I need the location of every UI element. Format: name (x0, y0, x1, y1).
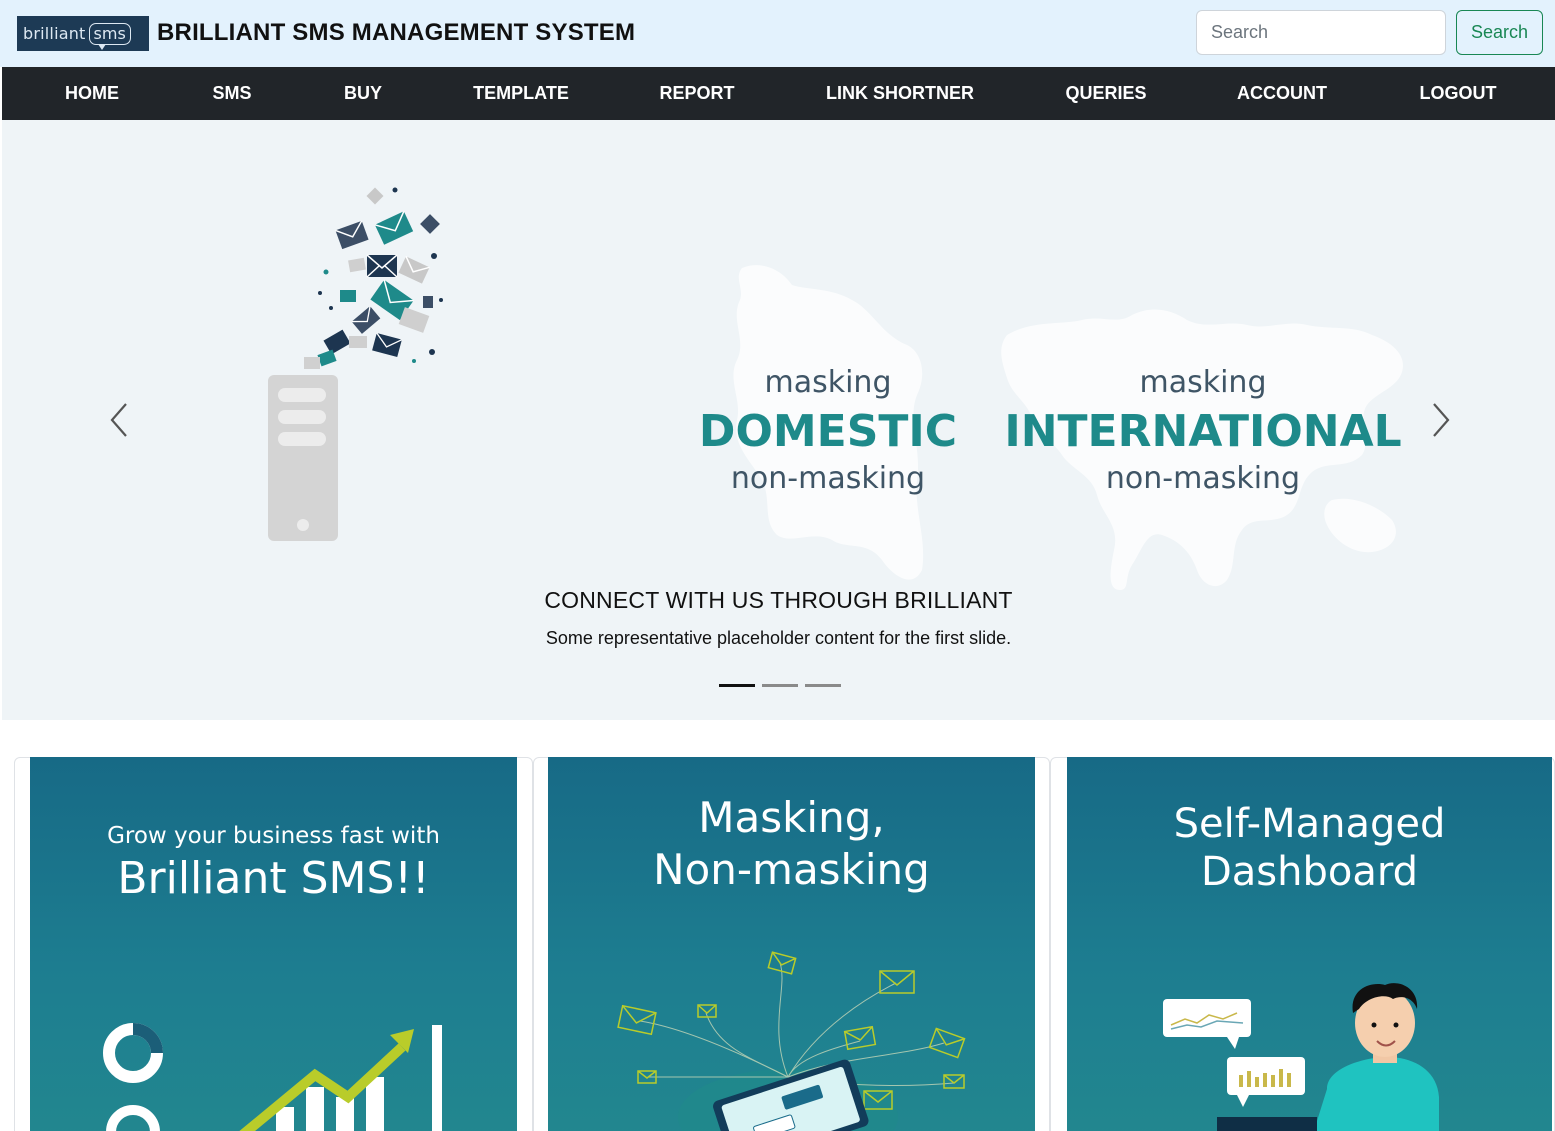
domestic-label: DOMESTIC (699, 406, 957, 457)
top-header: brilliant sms BRILLIANT SMS MANAGEMENT S… (0, 0, 1555, 67)
phone-messages-icon (617, 951, 966, 1131)
nav-item-logout[interactable]: LOGOUT (1420, 67, 1497, 120)
carousel-indicator[interactable] (719, 684, 755, 687)
carousel-prev-button[interactable] (90, 390, 150, 450)
growth-chart-icon (103, 1023, 442, 1131)
brand-logo[interactable]: brilliant sms (17, 16, 149, 51)
search-button[interactable]: Search (1456, 10, 1543, 55)
card-image-masking[interactable]: Masking, Non-masking (548, 757, 1035, 1131)
domestic-masking-label: masking (764, 365, 891, 400)
page-title: BRILLIANT SMS MANAGEMENT SYSTEM (157, 19, 636, 46)
envelopes-cluster-icon (304, 187, 443, 369)
nav-item-report[interactable]: REPORT (659, 67, 734, 120)
card-image-grow-business[interactable]: Grow your business fast with Brilliant S… (30, 757, 517, 1131)
server-icon (268, 375, 338, 541)
nav-item-buy[interactable]: BUY (344, 67, 382, 120)
chevron-left-icon (110, 403, 127, 437)
carousel-indicator[interactable] (805, 684, 841, 687)
chevron-right-icon (1433, 403, 1450, 437)
international-label: INTERNATIONAL (1004, 406, 1401, 457)
nav-item-queries[interactable]: QUERIES (1065, 67, 1146, 120)
domestic-nonmasking-label: non-masking (731, 461, 925, 496)
nav-item-home[interactable]: HOME (65, 67, 119, 120)
logo-text-brilliant: brilliant (23, 24, 86, 43)
nav-item-account[interactable]: ACCOUNT (1237, 67, 1327, 120)
carousel-indicators (719, 684, 841, 687)
international-masking-label: masking (1139, 365, 1266, 400)
card-image-dashboard[interactable]: Self-Managed Dashboard (1067, 757, 1552, 1131)
main-nav: HOME SMS BUY TEMPLATE REPORT LINK SHORTN… (2, 67, 1555, 120)
carousel-indicator[interactable] (762, 684, 798, 687)
search-input[interactable] (1196, 10, 1446, 55)
nav-item-link-shortner[interactable]: LINK SHORTNER (826, 67, 974, 120)
hero-carousel: masking DOMESTIC non-masking masking INT… (2, 120, 1555, 720)
logo-text-sms: sms (88, 22, 131, 50)
carousel-caption-text: Some representative placeholder content … (545, 628, 1012, 648)
dashboard-user-icon (1163, 983, 1439, 1131)
carousel-caption-title: CONNECT WITH US THROUGH BRILLIANT (544, 587, 1013, 613)
international-nonmasking-label: non-masking (1106, 461, 1300, 496)
nav-item-template[interactable]: TEMPLATE (473, 67, 569, 120)
carousel-next-button[interactable] (1410, 390, 1470, 450)
nav-item-sms[interactable]: SMS (212, 67, 251, 120)
